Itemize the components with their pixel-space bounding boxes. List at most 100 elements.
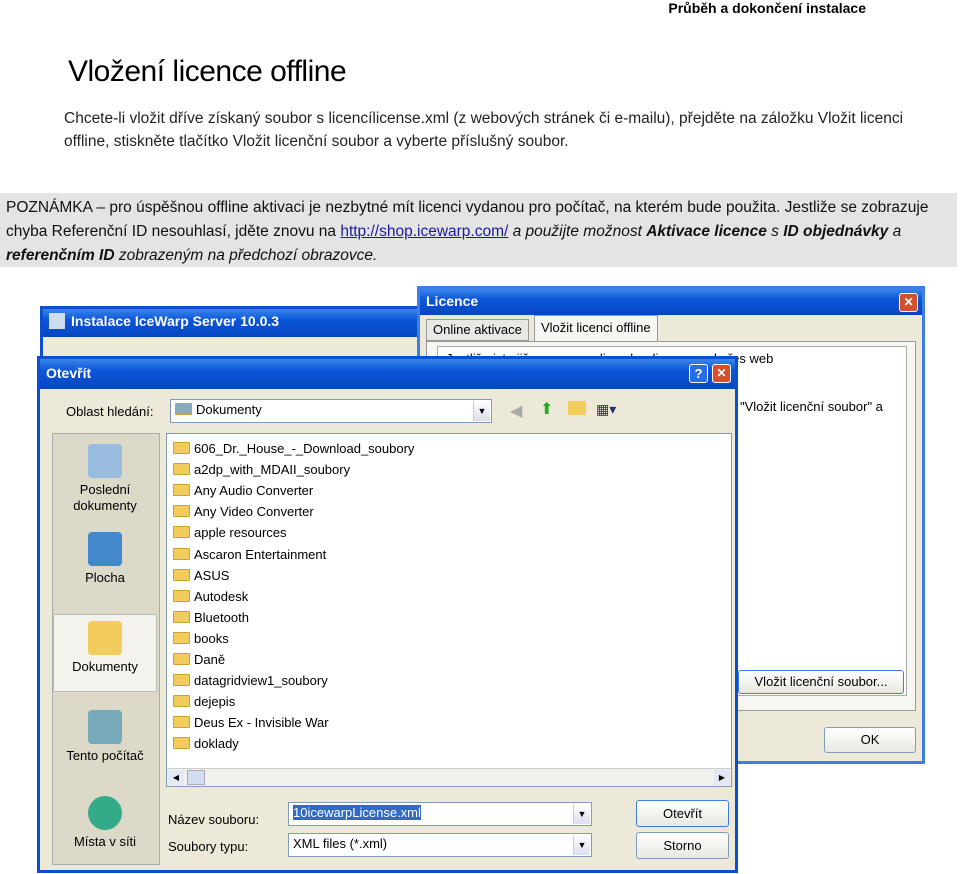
network-icon xyxy=(88,796,122,830)
place-recent[interactable]: Poslední dokumenty xyxy=(53,444,157,514)
page-title: Vložení licence offline xyxy=(68,55,347,88)
file-name: Bluetooth xyxy=(194,609,249,625)
file-list-item[interactable]: 606_Dr._House_-_Download_soubory xyxy=(173,438,414,459)
note-box: POZNÁMKA – pro úspěšnou offline aktivaci… xyxy=(0,193,957,267)
folder-icon xyxy=(173,568,190,581)
back-icon[interactable]: ◀ xyxy=(510,401,522,421)
chevron-down-icon[interactable]: ▼ xyxy=(473,401,490,421)
file-list-item[interactable]: a2dp_with_MDAII_soubory xyxy=(173,459,350,480)
file-list-item[interactable]: Ascaron Entertainment xyxy=(173,544,326,565)
info-text: "Vložit licenční soubor" a xyxy=(740,399,883,414)
note-bold: referenčním ID xyxy=(6,247,115,264)
place-label: Místa v síti xyxy=(73,834,137,849)
folder-icon xyxy=(173,589,190,602)
folder-icon xyxy=(173,484,190,497)
scroll-left-icon[interactable]: ◀ xyxy=(168,770,184,785)
open-button[interactable]: Otevřít xyxy=(636,800,729,827)
scrollbar-thumb[interactable] xyxy=(187,770,205,785)
file-name: 606_Dr._House_-_Download_soubory xyxy=(194,441,415,456)
place-network[interactable]: Místa v síti xyxy=(53,796,157,850)
insert-licence-file-button[interactable]: Vložit licenční soubor... xyxy=(738,670,904,694)
folder-icon xyxy=(173,653,190,665)
close-icon[interactable]: ✕ xyxy=(712,364,731,383)
installer-titlebar: Instalace IceWarp Server 10.0.3 xyxy=(43,309,427,337)
folder-icon xyxy=(173,695,190,708)
folder-icon xyxy=(173,505,190,518)
file-name: datagridview1_soubory xyxy=(194,673,328,689)
intro-paragraph: Chcete-li vložit dříve získaný soubor s … xyxy=(64,110,904,150)
chevron-down-icon[interactable]: ▼ xyxy=(573,804,590,824)
app-icon xyxy=(49,313,65,329)
file-name: apple resources xyxy=(194,525,287,541)
look-in-label: Oblast hledání: xyxy=(66,404,154,419)
recent-documents-icon xyxy=(88,444,122,478)
file-list-item[interactable]: ASUS xyxy=(173,565,229,586)
file-name: Ascaron Entertainment xyxy=(194,546,327,562)
views-menu-icon[interactable]: ▦▾ xyxy=(596,401,616,418)
folder-icon xyxy=(173,463,190,476)
place-desktop[interactable]: Plocha xyxy=(53,532,157,586)
licence-title: Licence xyxy=(426,293,479,309)
file-list-item[interactable]: Any Audio Converter xyxy=(173,480,313,501)
filename-value: 10icewarpLicense.xml xyxy=(293,805,421,820)
scroll-right-icon[interactable]: ▶ xyxy=(714,770,730,785)
tab-online-activation[interactable]: Online aktivace xyxy=(426,319,529,341)
look-in-select[interactable]: Dokumenty ▼ xyxy=(170,399,492,423)
place-label: Tento počítač xyxy=(66,748,144,763)
shop-link[interactable]: http://shop.icewarp.com/ xyxy=(340,223,508,240)
file-name: doklady xyxy=(194,736,239,752)
file-list-item[interactable]: Bluetooth xyxy=(173,607,249,628)
note-bold: Aktivace licence xyxy=(646,223,767,240)
place-my-computer[interactable]: Tento počítač xyxy=(53,710,157,764)
close-icon[interactable]: ✕ xyxy=(899,293,918,312)
filetype-select[interactable]: XML files (*.xml) ▼ xyxy=(288,833,592,857)
file-list-item[interactable]: Any Video Converter xyxy=(173,501,314,522)
folder-icon xyxy=(173,442,190,454)
file-name: Any Video Converter xyxy=(194,504,314,520)
open-titlebar: Otevřít ? ✕ xyxy=(40,359,735,389)
file-name: Daně xyxy=(194,652,226,667)
note-text: s xyxy=(766,223,784,240)
cancel-button[interactable]: Storno xyxy=(636,832,729,859)
note-text: zobrazeným na předchozí obrazovce. xyxy=(114,247,378,264)
note-bold: ID objednávky xyxy=(783,223,889,240)
folder-icon xyxy=(173,716,190,729)
file-list-item[interactable]: Deus Ex - Invisible War xyxy=(173,712,329,733)
ok-button[interactable]: OK xyxy=(824,727,916,753)
new-folder-icon[interactable] xyxy=(568,401,586,415)
up-folder-icon[interactable]: ⬆ xyxy=(540,399,553,419)
place-documents[interactable]: Dokumenty xyxy=(53,614,157,692)
file-name: dejepis xyxy=(194,694,236,710)
note-text: a xyxy=(888,223,902,240)
file-list-item[interactable]: apple resources xyxy=(173,522,287,543)
folder-icon xyxy=(173,674,190,687)
file-name: books xyxy=(194,630,229,646)
installer-title: Instalace IceWarp Server 10.0.3 xyxy=(71,313,280,329)
help-icon[interactable]: ? xyxy=(689,364,708,383)
file-name: Deus Ex - Invisible War xyxy=(194,715,329,731)
file-list-item[interactable]: dejepis xyxy=(173,691,235,712)
folder-icon xyxy=(173,547,190,560)
filename-input[interactable]: 10icewarpLicense.xml ▼ xyxy=(288,802,592,826)
folder-icon xyxy=(173,610,190,623)
file-list-item[interactable]: Autodesk xyxy=(173,586,248,607)
horizontal-scrollbar[interactable]: ◀ ▶ xyxy=(167,768,731,786)
folder-icon xyxy=(173,526,190,539)
place-label: Dokumenty xyxy=(72,659,138,674)
note-text: a použijte možnost xyxy=(508,223,647,240)
place-label: Plocha xyxy=(85,570,125,585)
places-bar: Poslední dokumenty Plocha Dokumenty Tent… xyxy=(52,433,160,865)
filename-label: Název souboru: xyxy=(168,812,260,827)
file-list[interactable]: ◀ ▶ 606_Dr._House_-_Download_soubory a2dp… xyxy=(166,433,732,787)
filetype-value: XML files (*.xml) xyxy=(293,836,388,851)
desktop-icon xyxy=(88,532,122,566)
folder-icon xyxy=(173,631,190,644)
look-in-value: Dokumenty xyxy=(196,402,262,417)
chevron-down-icon[interactable]: ▼ xyxy=(573,835,590,855)
file-list-item[interactable]: datagridview1_soubory xyxy=(173,670,328,691)
file-name: a2dp_with_MDAII_soubory xyxy=(194,462,351,478)
file-list-item[interactable]: Daně xyxy=(173,649,225,670)
file-list-item[interactable]: doklady xyxy=(173,733,239,754)
file-list-item[interactable]: books xyxy=(173,628,229,649)
tab-offline-licence[interactable]: Vložit licenci offline xyxy=(534,315,658,342)
